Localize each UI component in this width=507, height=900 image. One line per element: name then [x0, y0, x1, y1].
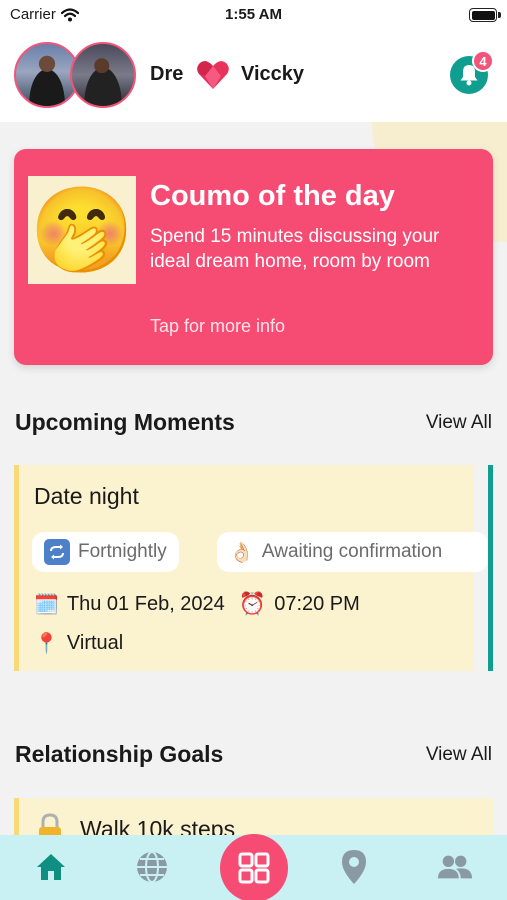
dashboard-icon — [238, 852, 270, 884]
moment-card[interactable]: Date night Fortnightly 👌🏻 Awaiting confi… — [14, 465, 493, 671]
upcoming-moments-title: Upcoming Moments — [15, 409, 235, 435]
partner-2-name: Viccky — [241, 63, 305, 85]
moment-location: Virtual — [66, 632, 124, 654]
globe-icon — [137, 851, 167, 883]
status-bar: Carrier 1:55 AM — [0, 0, 507, 32]
heart-icon — [197, 61, 229, 89]
upcoming-view-all-link[interactable]: View All — [426, 412, 492, 434]
coumo-more-info-link[interactable]: Tap for more info — [150, 316, 285, 337]
status-time: 1:55 AM — [225, 6, 282, 23]
calendar-icon: 🗓️ — [34, 593, 59, 616]
hand-over-mouth-icon: 🤭 — [29, 183, 135, 277]
frequency-chip: Fortnightly — [32, 532, 179, 572]
people-icon — [437, 855, 473, 879]
frequency-label: Fortnightly — [78, 541, 167, 562]
battery-icon — [469, 8, 497, 22]
home-icon — [37, 854, 65, 880]
nav-explore[interactable] — [134, 849, 170, 885]
moment-accent-bar — [14, 465, 19, 671]
location-icon — [342, 850, 366, 884]
status-chip: 👌🏻 Awaiting confirmation — [217, 532, 488, 572]
coumo-of-the-day-card[interactable]: 🤭 Coumo of the day Spend 15 minutes disc… — [14, 149, 493, 365]
repeat-icon — [44, 539, 70, 565]
moment-date: Thu 01 Feb, 2024 — [66, 592, 225, 615]
relationship-goals-title: Relationship Goals — [15, 741, 224, 767]
pin-icon: 📍 — [34, 633, 59, 655]
avatar-partner-2[interactable] — [70, 42, 136, 108]
ok-hand-icon: 👌🏻 — [229, 541, 254, 564]
status-label: Awaiting confirmation — [261, 541, 443, 562]
nav-dashboard-button[interactable] — [220, 834, 288, 900]
goals-view-all-link[interactable]: View All — [426, 744, 492, 766]
moment-time: 07:20 PM — [274, 592, 360, 615]
coumo-description: Spend 15 minutes discussing your ideal d… — [150, 226, 440, 272]
nav-people[interactable] — [437, 849, 473, 885]
coumo-emoji-box: 🤭 — [28, 176, 136, 284]
moment-scroll-indicator — [488, 465, 493, 671]
coumo-title: Coumo of the day — [150, 180, 395, 212]
moment-location-row: 📍 Virtual — [34, 631, 123, 656]
partner-1-name: Dre — [150, 63, 184, 85]
moment-datetime-row: 🗓️ Thu 01 Feb, 2024 ⏰ 07:20 PM — [34, 591, 360, 617]
notification-badge: 4 — [472, 50, 494, 72]
alarm-clock-icon: ⏰ — [238, 591, 267, 616]
moment-title: Date night — [34, 483, 139, 509]
nav-home[interactable] — [33, 849, 69, 885]
battery-tip — [498, 12, 501, 18]
app-header: Dre Viccky 4 — [0, 32, 507, 122]
nav-places[interactable] — [336, 849, 372, 885]
